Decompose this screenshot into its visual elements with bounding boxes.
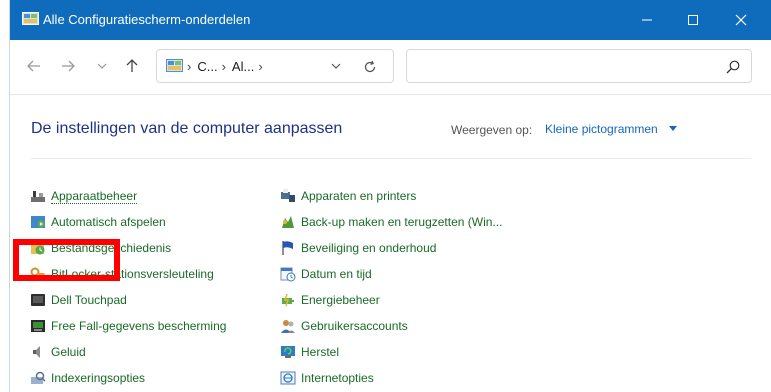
item-free-fall[interactable]: Free Fall-gegevens bescherming [30,313,226,339]
power-icon [282,293,294,307]
speaker-icon [33,346,40,358]
item-label: Apparaatbeheer [51,188,138,204]
item-apparaten-en-printers[interactable]: Apparaten en printers [280,183,502,209]
maximize-icon [688,15,698,25]
items-right-column: Apparaten en printers Back-up maken en t… [280,183,502,391]
breadcrumb-separator[interactable]: › [222,59,226,74]
breadcrumb-separator[interactable]: › [258,59,262,74]
items-left-column: Apparaatbeheer Automatisch afspelen Best… [30,183,226,391]
printer-icon [281,189,295,202]
window-title: Alle Configuratiescherm-onderdelen [43,12,251,27]
item-gebruikersaccounts[interactable]: Gebruikersaccounts [280,313,502,339]
item-back-up[interactable]: Back-up maken en terugzetten (Win... [280,209,502,235]
item-geluid[interactable]: Geluid [30,339,226,365]
item-beveiliging-en-onderhoud[interactable]: Beveiliging en onderhoud [280,235,502,261]
item-label: Gebruikersaccounts [301,319,408,333]
item-label: Automatisch afspelen [51,215,166,229]
item-automatisch-afspelen[interactable]: Automatisch afspelen [30,209,226,235]
forward-button[interactable] [56,54,80,78]
caret-down-icon[interactable] [669,126,677,131]
item-label: Apparaten en printers [301,189,417,203]
item-energiebeheer[interactable]: Energiebeheer [280,287,502,313]
backup-icon [282,216,294,228]
item-label: Beveiliging en onderhoud [301,241,437,255]
navigation-bar: › C... › Al... › [10,40,771,94]
autoplay-icon [31,216,45,228]
breadcrumb: › C... › Al... › [187,59,269,74]
up-button[interactable] [120,54,144,78]
item-datum-en-tijd[interactable]: Datum en tijd [280,261,502,287]
close-icon [735,14,747,26]
highlight-box [13,239,120,281]
touchpad-icon [31,294,45,306]
item-label: Geluid [51,345,86,359]
item-indexeringsopties[interactable]: Indexeringsopties [30,365,226,391]
item-label: Energiebeheer [301,293,380,307]
flag-icon [282,241,293,255]
arrow-up-icon [126,59,138,72]
chevron-down-icon [331,63,341,69]
content-area: De instellingen van de computer aanpasse… [10,94,771,392]
control-panel-icon [22,12,39,25]
item-apparaatbeheer[interactable]: Apparaatbeheer [30,183,226,209]
refresh-icon [364,60,376,73]
close-button[interactable] [718,0,764,40]
item-label: Back-up maken en terugzetten (Win... [301,215,503,229]
item-label: Internetopties [301,371,374,385]
indexing-icon [31,371,46,384]
device-manager-icon [31,191,45,202]
address-bar[interactable]: › C... › Al... › [156,49,394,83]
item-label: Indexeringsopties [51,371,146,385]
minimize-button[interactable] [624,0,670,40]
address-dropdown-button[interactable] [327,58,345,74]
item-label: Datum en tijd [301,267,372,281]
breadcrumb-item[interactable]: Al... [232,59,254,74]
item-internetopties[interactable]: Internetopties [280,365,502,391]
search-box[interactable] [406,49,752,83]
page-heading: De instellingen van de computer aanpasse… [31,120,343,137]
maximize-button[interactable] [670,0,716,40]
free-fall-icon [31,320,45,332]
breadcrumb-separator: › [187,59,192,74]
users-icon [281,320,295,333]
control-panel-icon [166,59,183,72]
chevron-down-icon [97,63,107,69]
back-button[interactable] [22,54,46,78]
view-by-label: Weergeven op: [451,123,533,137]
refresh-button[interactable] [360,57,380,77]
item-herstel[interactable]: Herstel [280,339,502,365]
divider [31,158,751,159]
breadcrumb-item[interactable]: C... [197,59,217,74]
item-label: Herstel [301,345,340,359]
control-panel-window: Alle Configuratiescherm-onderdelen › C..… [9,0,771,392]
calendar-clock-icon [280,267,296,282]
minimize-icon [642,19,652,21]
internet-options-icon [280,371,296,385]
item-dell-touchpad[interactable]: Dell Touchpad [30,287,226,313]
item-label: Free Fall-gegevens bescherming [51,319,227,333]
title-bar[interactable]: Alle Configuratiescherm-onderdelen [10,0,771,40]
recent-locations-button[interactable] [90,54,114,78]
search-icon [726,60,740,74]
arrow-left-icon [27,60,40,72]
item-label: Dell Touchpad [51,293,127,307]
recovery-icon [281,346,295,358]
arrow-right-icon [62,60,75,72]
view-by-dropdown[interactable]: Kleine pictogrammen [545,122,658,136]
